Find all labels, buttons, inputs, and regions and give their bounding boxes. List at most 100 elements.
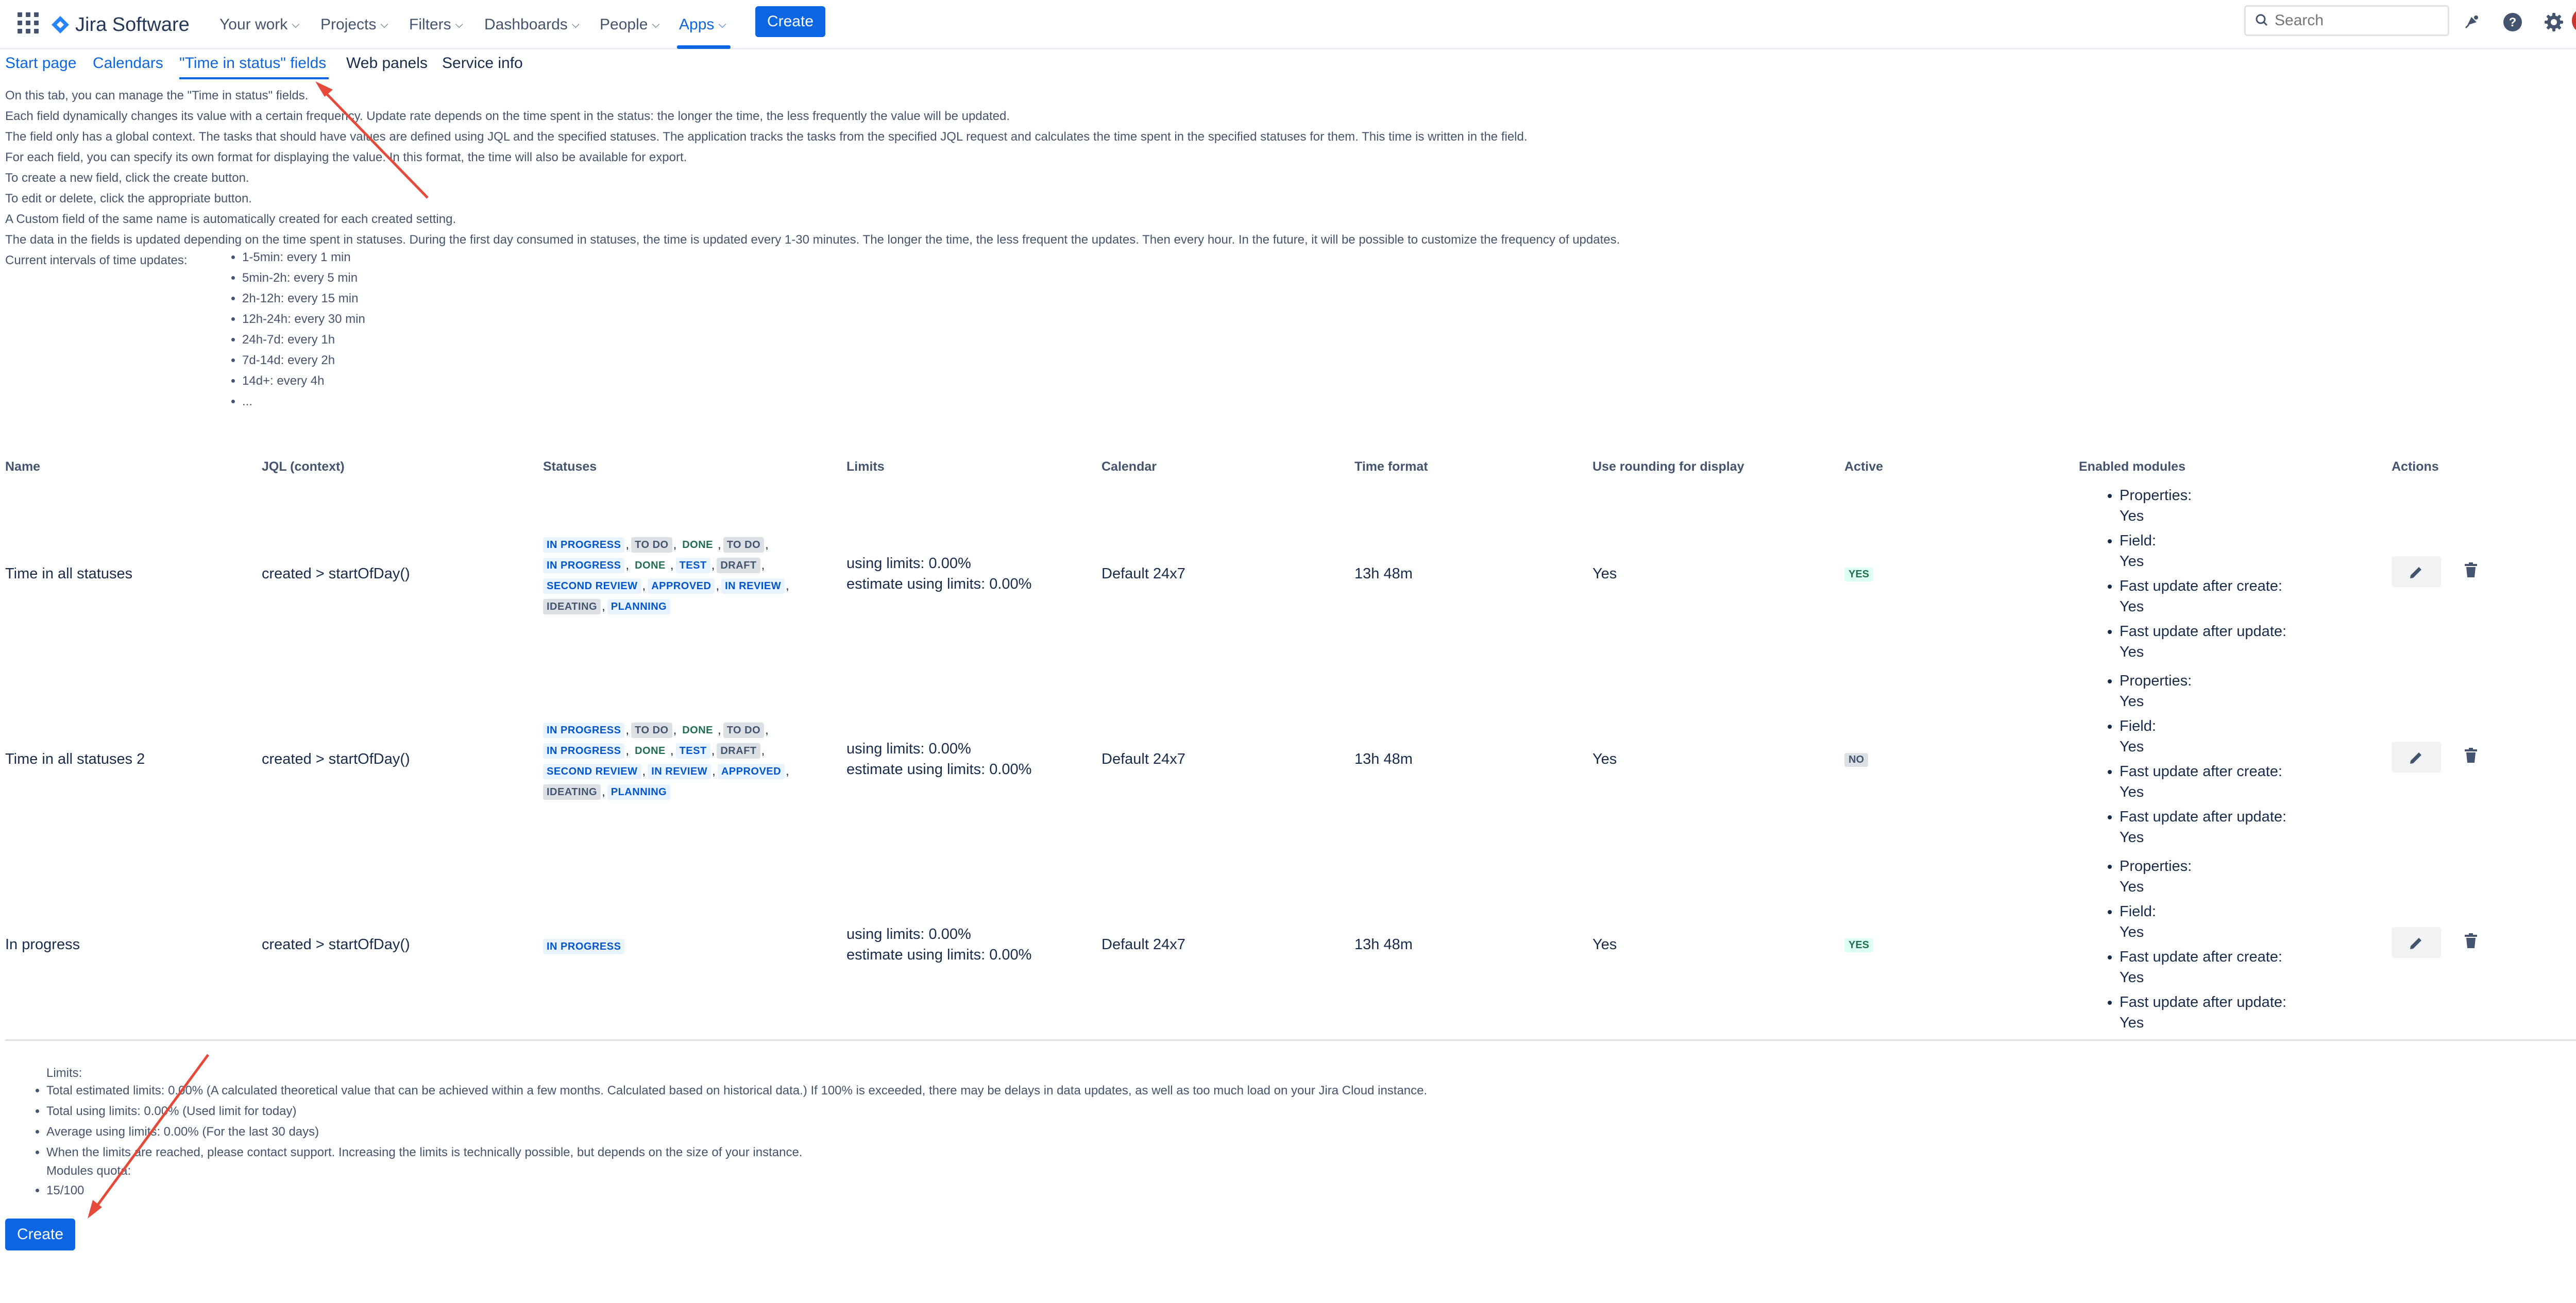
status-lozenge: IN REVIEW	[721, 578, 785, 594]
nav-your-work[interactable]: Your work ⌵	[219, 9, 299, 40]
row-time-format: 13h 48m	[1354, 936, 1413, 953]
module-value: Yes	[2120, 969, 2144, 986]
status-lozenge: IN PROGRESS	[543, 558, 625, 573]
tab-web-panels[interactable]: Web panels	[346, 55, 428, 72]
status-lozenge: TEST	[675, 558, 710, 573]
tab-calendars[interactable]: Calendars	[93, 55, 163, 72]
modules-quota-list: 15/100	[31, 1180, 84, 1201]
trash-icon	[2465, 562, 2477, 577]
column-header-statuses: Statuses	[543, 459, 597, 474]
row-rounding: Yes	[1592, 751, 1617, 767]
row-time-format: 13h 48m	[1354, 751, 1413, 767]
module-item: Fast update after update: Yes	[2120, 807, 2286, 848]
status-badge: YES	[1844, 568, 1874, 581]
interval-item: 7d-14d: every 2h	[242, 350, 365, 371]
module-name: Fast update after create:	[2120, 949, 2282, 965]
edit-button[interactable]	[2392, 742, 2441, 773]
pencil-icon	[2410, 567, 2421, 578]
settings-icon[interactable]	[2540, 8, 2568, 36]
row-name: Time in all statuses 2	[5, 751, 145, 767]
jira-logo-icon	[52, 16, 69, 33]
tab-time-in-status-fields[interactable]: "Time in status" fields	[179, 55, 326, 72]
status-badge: NO	[1844, 753, 1868, 767]
search-box[interactable]	[2244, 5, 2449, 36]
create-button[interactable]: Create	[755, 6, 825, 37]
nav-apps[interactable]: Apps ⌵	[679, 9, 726, 40]
trash-icon	[2465, 933, 2477, 948]
column-header-actions: Actions	[2392, 459, 2439, 474]
status-line: IN PROGRESS, DONE, TEST, DRAFT,	[543, 741, 791, 761]
status-lozenge: DRAFT	[717, 558, 760, 573]
module-value: Yes	[2120, 1015, 2144, 1031]
intro-line: On this tab, you can manage the "Time in…	[5, 89, 309, 102]
nav-projects[interactable]: Projects ⌵	[320, 9, 388, 40]
edit-button[interactable]	[2392, 556, 2441, 587]
status-separator: ,	[642, 579, 646, 593]
delete-button[interactable]	[2460, 743, 2482, 768]
tab-start-page[interactable]: Start page	[5, 55, 76, 72]
status-separator: ,	[670, 744, 674, 758]
status-separator: ,	[602, 785, 605, 799]
status-lozenge: TO DO	[723, 537, 765, 553]
column-header-calendar: Calendar	[1101, 459, 1157, 474]
nav-people[interactable]: People ⌵	[600, 9, 660, 40]
modules-list: Properties: Yes Field: Yes Fast update aft…	[2097, 671, 2286, 852]
nav-filters[interactable]: Filters ⌵	[409, 9, 463, 40]
row-limits-using: using limits: 0.00%	[846, 926, 971, 942]
notifications-icon[interactable]	[2458, 8, 2485, 36]
avatar[interactable]: M	[2572, 8, 2576, 33]
intro-line: For each field, you can specify its own …	[5, 150, 687, 164]
status-separator: ,	[765, 538, 769, 552]
intro-line: To edit or delete, click the appropriate…	[5, 192, 252, 205]
status-lozenge: SECOND REVIEW	[543, 578, 641, 594]
row-calendar: Default 24x7	[1101, 936, 1185, 953]
create-field-button[interactable]: Create	[5, 1219, 75, 1250]
app-switcher-icon[interactable]	[18, 12, 39, 34]
status-lozenge: IN REVIEW	[648, 764, 711, 779]
intro-line: Each field dynamically changes its value…	[5, 109, 1010, 123]
status-lozenge: PLANNING	[607, 784, 671, 800]
status-lozenge: APPROVED	[648, 578, 715, 594]
svg-text:?: ?	[2509, 15, 2517, 29]
status-separator: ,	[716, 579, 720, 593]
status-line: IDEATING, PLANNING	[543, 782, 791, 802]
delete-button[interactable]	[2460, 928, 2482, 954]
status-lozenge: IN PROGRESS	[543, 939, 625, 954]
status-lozenge: TO DO	[723, 723, 765, 738]
status-lozenge: IN PROGRESS	[543, 743, 625, 759]
status-separator: ,	[761, 744, 765, 758]
column-header-rounding: Use rounding for display	[1592, 459, 1744, 474]
limits-item: When the limits are reached, please cont…	[46, 1142, 1427, 1163]
jira-logo[interactable]: Jira Software	[50, 9, 190, 40]
status-separator: ,	[718, 538, 721, 552]
row-limits-estimate: estimate using limits: 0.00%	[846, 576, 1032, 592]
chevron-down-icon: ⌵	[652, 19, 660, 30]
module-name: Field:	[2120, 718, 2156, 734]
module-value: Yes	[2120, 879, 2144, 895]
column-header-enabled-modules: Enabled modules	[2079, 459, 2185, 474]
status-line: IDEATING, PLANNING	[543, 596, 791, 617]
column-header-name: Name	[5, 459, 41, 474]
limits-item: Total estimated limits: 0.00% (A calcula…	[46, 1081, 1427, 1101]
row-rounding: Yes	[1592, 565, 1617, 582]
module-value: Yes	[2120, 508, 2144, 524]
module-item: Properties: Yes	[2120, 671, 2286, 712]
module-value: Yes	[2120, 829, 2144, 846]
search-input[interactable]	[2274, 11, 2430, 30]
intervals-label: Current intervals of time updates:	[5, 253, 188, 267]
status-separator: ,	[602, 599, 605, 613]
chevron-down-icon: ⌵	[571, 19, 580, 30]
row-limits-estimate: estimate using limits: 0.00%	[846, 761, 1032, 778]
status-separator: ,	[712, 764, 716, 778]
nav-label: Filters	[409, 16, 451, 33]
tab-service-info[interactable]: Service info	[442, 55, 523, 72]
status-separator: ,	[786, 764, 789, 778]
delete-button[interactable]	[2460, 557, 2482, 583]
module-item: Fast update after create: Yes	[2120, 761, 2286, 802]
help-icon[interactable]: ?	[2499, 8, 2527, 36]
interval-item: 1-5min: every 1 min	[242, 247, 365, 268]
module-item: Field: Yes	[2120, 901, 2286, 942]
nav-dashboards[interactable]: Dashboards ⌵	[484, 9, 580, 40]
status-line: IN PROGRESS, TO DO, DONE, TO DO,	[543, 535, 791, 555]
edit-button[interactable]	[2392, 927, 2441, 958]
